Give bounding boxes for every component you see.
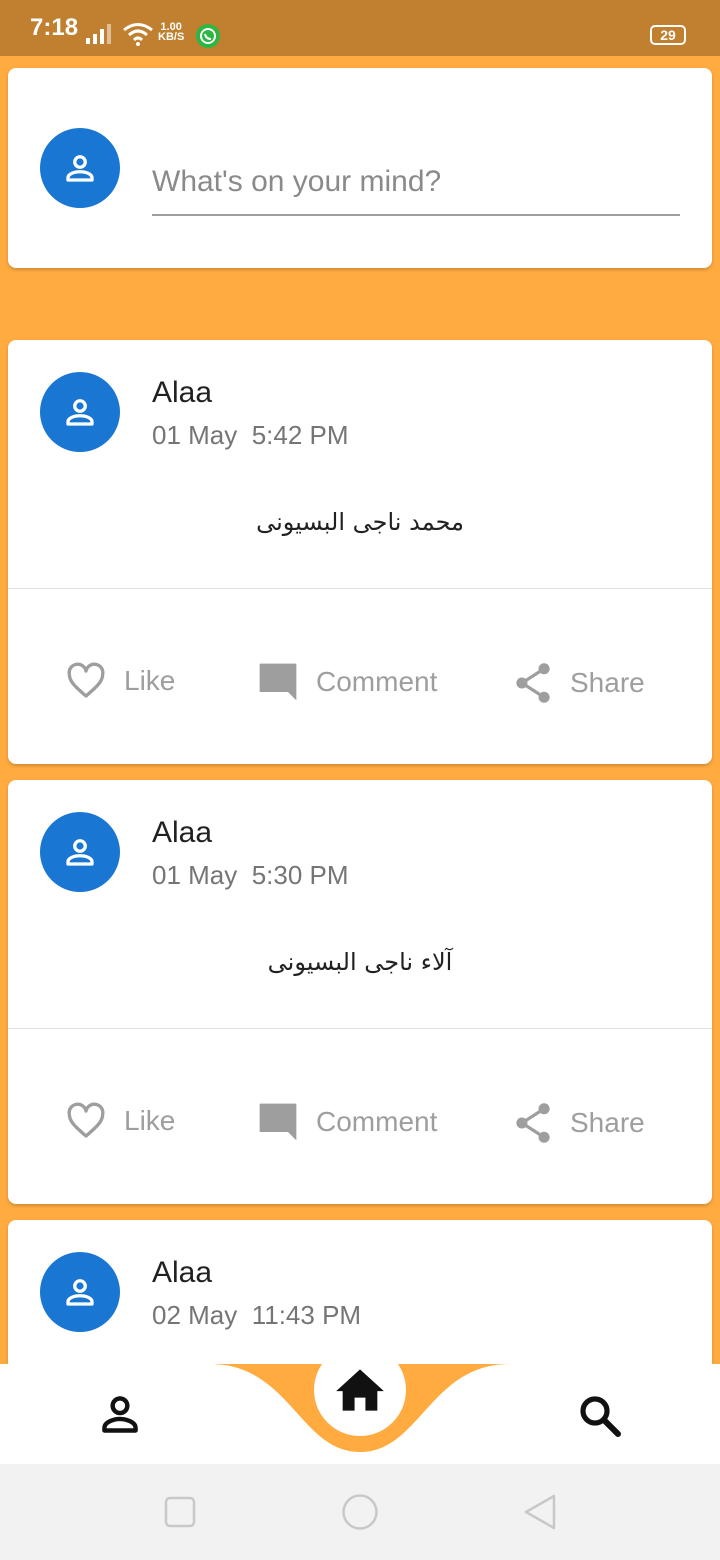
post-card: Alaa 01 May 5:30 PM آلاء ناجى البسيونى L…: [8, 780, 712, 1204]
comment-label: Comment: [316, 1106, 438, 1137]
post-card: Alaa 01 May 5:42 PM محمد ناجى البسيونى L…: [8, 340, 712, 764]
home-system-icon[interactable]: [341, 1493, 379, 1531]
signal-icon: [86, 22, 114, 49]
comment-button[interactable]: Comment: [258, 662, 437, 702]
whatsapp-icon: [196, 24, 220, 48]
search-icon: [580, 1396, 621, 1437]
avatar[interactable]: [40, 128, 120, 208]
person-icon: [66, 399, 94, 426]
post-timestamp: 02 May 11:43 PM: [152, 1300, 361, 1331]
network-speed: 1.00 KB/S: [158, 22, 185, 43]
post-date: 01 May: [152, 420, 238, 450]
post-content: محمد ناجى البسيونى: [256, 508, 464, 536]
person-icon: [66, 155, 94, 182]
share-button[interactable]: Share: [514, 662, 645, 704]
composer-card: [8, 68, 712, 268]
like-button[interactable]: Like: [66, 1102, 175, 1140]
share-icon: [516, 1103, 550, 1143]
system-nav-bar: [0, 1464, 720, 1560]
share-button[interactable]: Share: [514, 1102, 645, 1144]
post-date: 01 May: [152, 860, 238, 890]
post-time: 11:43 PM: [251, 1300, 362, 1330]
avatar[interactable]: [40, 812, 120, 892]
divider: [8, 588, 712, 589]
share-label: Share: [570, 667, 645, 698]
comment-label: Comment: [316, 666, 438, 697]
heart-icon: [67, 1102, 105, 1138]
search-nav-button[interactable]: [576, 1392, 624, 1445]
post-timestamp: 01 May 5:42 PM: [152, 420, 349, 451]
status-time: 7:18: [30, 14, 79, 41]
divider: [8, 1028, 712, 1029]
profile-icon: [102, 1396, 138, 1433]
comment-icon: [259, 1103, 297, 1141]
wifi-icon: [122, 22, 154, 51]
status-bar: 7:18 1.00 KB/S 29: [0, 0, 720, 56]
person-icon: [66, 839, 94, 866]
back-icon[interactable]: [522, 1494, 558, 1530]
person-icon: [66, 1279, 94, 1306]
post-author: Alaa: [152, 376, 213, 409]
avatar[interactable]: [40, 372, 120, 452]
home-nav-button[interactable]: [314, 1344, 406, 1436]
share-icon: [516, 663, 550, 703]
post-content: آلاء ناجى البسيونى: [267, 948, 453, 976]
post-timestamp: 01 May 5:30 PM: [152, 860, 349, 891]
like-label: Like: [124, 1105, 176, 1136]
speed-unit: KB/S: [158, 31, 185, 43]
like-button[interactable]: Like: [66, 662, 175, 700]
post-date: 02 May: [152, 1300, 238, 1330]
post-time: 5:30 PM: [251, 860, 349, 890]
heart-icon: [67, 662, 105, 698]
home-icon: [336, 1369, 384, 1411]
recents-icon[interactable]: [164, 1496, 196, 1528]
battery-icon: 29: [650, 25, 686, 45]
comment-icon: [259, 663, 297, 701]
comment-button[interactable]: Comment: [258, 1102, 437, 1142]
post-time: 5:42 PM: [251, 420, 349, 450]
post-author: Alaa: [152, 1256, 213, 1289]
avatar[interactable]: [40, 1252, 120, 1332]
like-label: Like: [124, 665, 176, 696]
post-author: Alaa: [152, 816, 213, 849]
post-input[interactable]: [152, 150, 680, 216]
share-label: Share: [570, 1107, 645, 1138]
profile-nav-button[interactable]: [98, 1392, 142, 1441]
